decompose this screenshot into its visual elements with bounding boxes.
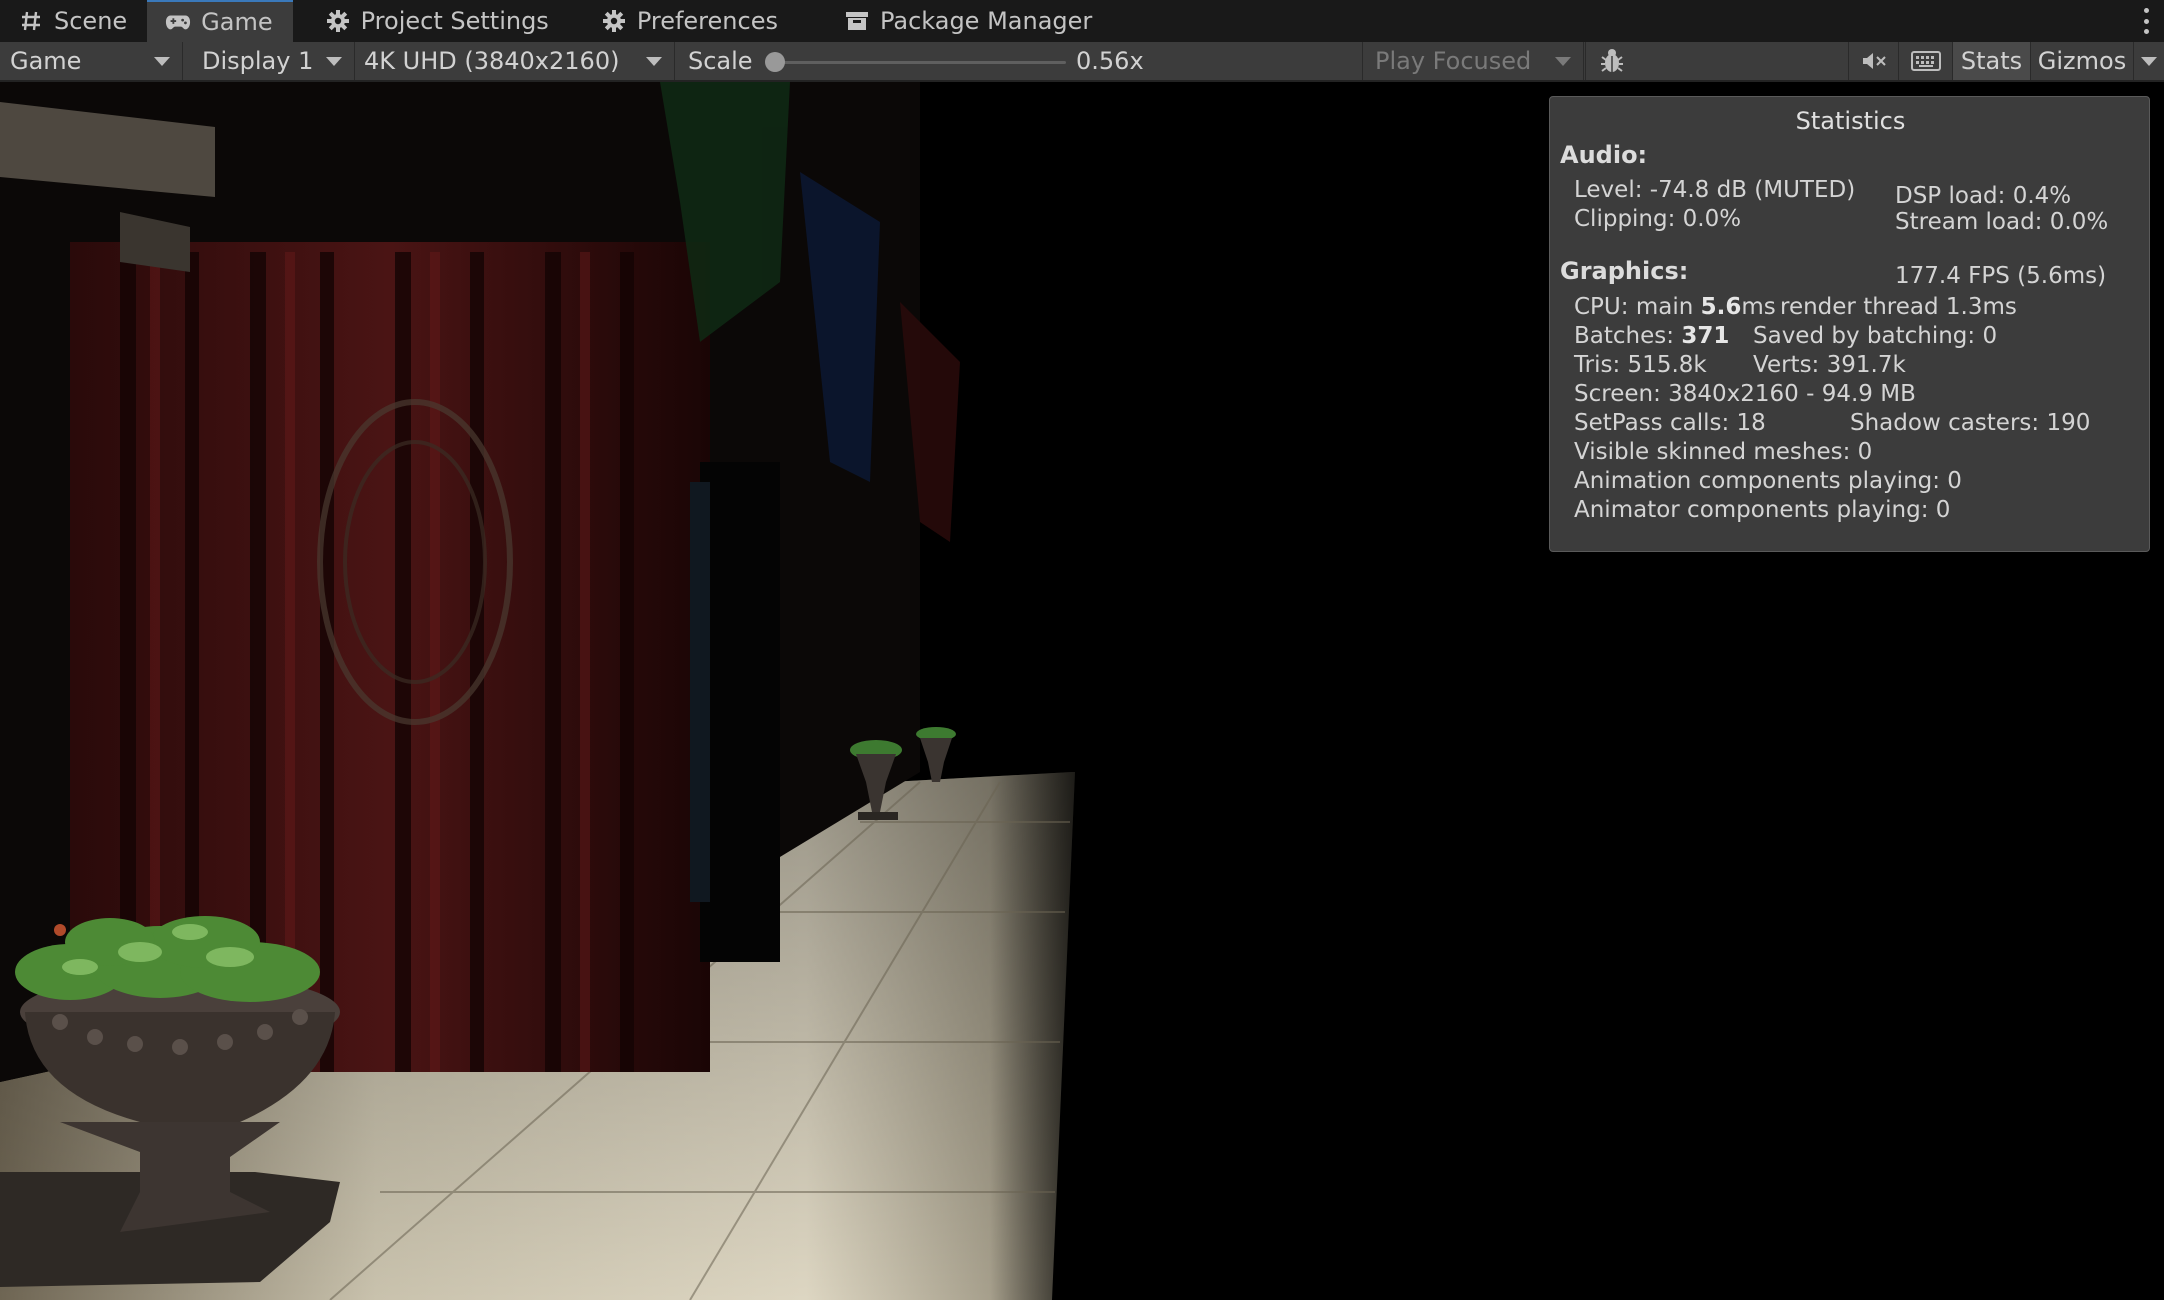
stats-title: Statistics <box>1795 107 1906 135</box>
display-value: Display 1 <box>202 47 314 75</box>
play-mode-dropdown[interactable]: Play Focused <box>1362 42 1584 80</box>
tab-label: Project Settings <box>360 7 549 35</box>
gear-icon <box>325 8 351 34</box>
mute-audio-icon[interactable] <box>1848 42 1898 80</box>
chevron-down-icon <box>1555 57 1571 66</box>
gizmos-button[interactable]: Gizmos <box>2030 42 2133 80</box>
tab-preferences[interactable]: Preferences <box>583 0 798 42</box>
scale-value: 0.56x <box>1076 47 1144 75</box>
statistics-panel: Statistics Audio: Level: -74.8 dB (MUTED… <box>1549 96 2150 552</box>
dsp-load: DSP load: 0.4% <box>1895 183 2072 209</box>
batches: Batches: 371 <box>1574 323 1730 349</box>
visible-skinned-meshes: Visible skinned meshes: 0 <box>1574 439 1873 465</box>
chevron-down-icon <box>646 57 662 66</box>
verts: Verts: 391.7k <box>1753 352 1906 378</box>
bug-icon[interactable] <box>1585 42 1637 80</box>
tab-project-settings[interactable]: Project Settings <box>307 0 569 42</box>
game-view-toolbar: Game Display 1 4K UHD (3840x2160) Scale … <box>0 42 2164 82</box>
animator-components: Animator components playing: 0 <box>1574 497 1951 523</box>
view-mode-value: Game <box>10 47 82 75</box>
tab-package-manager[interactable]: Package Manager <box>826 0 1112 42</box>
keyboard-icon[interactable] <box>1898 42 1952 80</box>
editor-tab-bar: Scene Game Project Settings Preferences … <box>0 0 2164 42</box>
chevron-down-icon <box>154 57 170 66</box>
saved-by-batching: Saved by batching: 0 <box>1753 323 1998 349</box>
scale-slider-track[interactable] <box>776 61 1066 64</box>
graphics-header: Graphics: <box>1560 257 1689 285</box>
scale-label: Scale <box>688 47 753 75</box>
package-icon <box>844 8 870 34</box>
audio-header: Audio: <box>1560 141 1648 169</box>
audio-clipping: Clipping: 0.0% <box>1574 206 1742 232</box>
tris: Tris: 515.8k <box>1574 352 1707 378</box>
play-mode-value: Play Focused <box>1375 47 1532 75</box>
cpu-main: CPU: main 5.6ms <box>1574 294 1776 320</box>
gear-icon <box>601 8 627 34</box>
audio-level: Level: -74.8 dB (MUTED) <box>1574 177 1856 203</box>
tab-label: Game <box>201 8 273 36</box>
chevron-down-icon <box>2141 56 2157 66</box>
render-thread: render thread 1.3ms <box>1780 294 2017 320</box>
resolution-value: 4K UHD (3840x2160) <box>364 47 620 75</box>
fps: 177.4 FPS (5.6ms) <box>1895 263 2107 289</box>
stream-load: Stream load: 0.0% <box>1895 209 2109 235</box>
tab-scene[interactable]: Scene <box>0 0 147 42</box>
more-options-icon[interactable] <box>2142 8 2150 34</box>
tab-label: Preferences <box>636 7 778 35</box>
tab-game[interactable]: Game <box>147 0 293 42</box>
display-dropdown[interactable]: Display 1 <box>184 42 355 80</box>
setpass-calls: SetPass calls: 18 <box>1574 410 1766 436</box>
chevron-down-icon <box>326 57 342 66</box>
screen-info: Screen: 3840x2160 - 94.9 MB <box>1574 381 1916 407</box>
scene-grid-icon <box>18 8 44 34</box>
gamepad-icon <box>165 9 191 35</box>
tab-label: Package Manager <box>879 7 1093 35</box>
tab-label: Scene <box>54 7 128 35</box>
gizmos-dropdown[interactable] <box>2133 42 2164 80</box>
scale-slider-thumb[interactable] <box>765 52 785 72</box>
resolution-dropdown[interactable]: 4K UHD (3840x2160) <box>356 42 675 80</box>
stats-button[interactable]: Stats <box>1952 42 2030 80</box>
shadow-casters: Shadow casters: 190 <box>1850 410 2091 436</box>
animation-components: Animation components playing: 0 <box>1574 468 1962 494</box>
view-mode-dropdown[interactable]: Game <box>0 42 183 80</box>
